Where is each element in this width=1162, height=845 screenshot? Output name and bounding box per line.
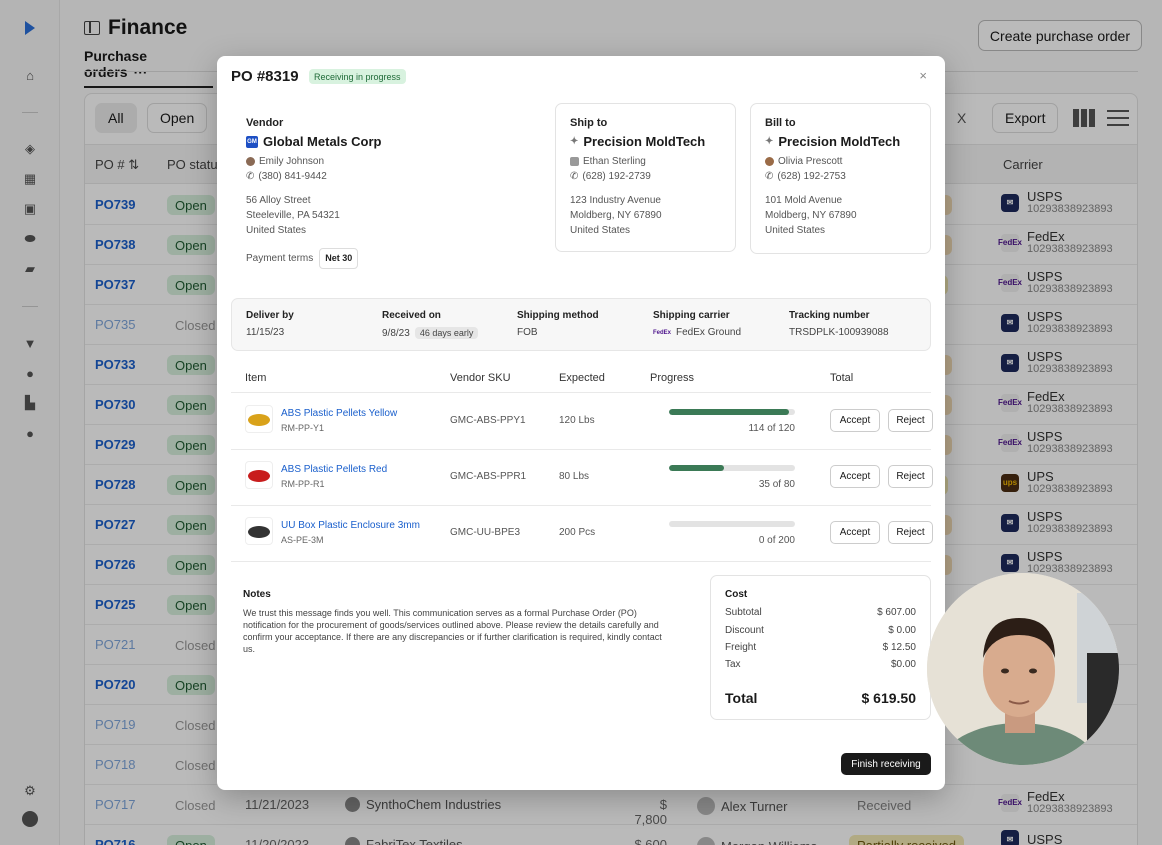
phone-icon: ✆ bbox=[246, 171, 255, 182]
col-expected: Expected bbox=[559, 372, 605, 384]
ship-to-card: Ship to ✦ Precision MoldTech Ethan Sterli… bbox=[555, 103, 736, 252]
reject-button[interactable]: Reject bbox=[888, 409, 933, 432]
bill-to-address-2: Moldberg, NY 67890 bbox=[765, 210, 857, 221]
bill-to-address-3: United States bbox=[765, 225, 826, 236]
progress-bar bbox=[669, 465, 795, 471]
items-divider bbox=[231, 561, 931, 562]
col-vendor-sku: Vendor SKU bbox=[450, 372, 511, 384]
tracking-number: Tracking number TRSDPLK-100939088 bbox=[789, 310, 889, 338]
bill-to-contact: Olivia Prescott bbox=[765, 154, 900, 169]
item-sku: RM-PP-R1 bbox=[281, 479, 325, 489]
accept-button[interactable]: Accept bbox=[830, 409, 880, 432]
progress-text: 35 of 80 bbox=[758, 479, 795, 490]
contact-avatar bbox=[246, 157, 255, 166]
ship-to-phone: ✆ (628) 192-2739 bbox=[570, 171, 651, 182]
accept-button[interactable]: Accept bbox=[830, 465, 880, 488]
ship-to-name: ✦ Precision MoldTech bbox=[570, 134, 706, 149]
early-badge: 46 days early bbox=[414, 327, 479, 339]
notes-text: We trust this message finds you well. Th… bbox=[243, 608, 662, 654]
item-sku: AS-PE-3M bbox=[281, 535, 324, 545]
item-row: ABS Plastic Pellets Red RM-PP-R1 GMC-ABS-P… bbox=[231, 449, 933, 505]
item-thumbnail bbox=[245, 461, 273, 489]
close-icon[interactable]: × bbox=[919, 68, 927, 83]
item-name-link[interactable]: UU Box Plastic Enclosure 3mm bbox=[281, 520, 420, 531]
ship-to-address-1: 123 Industry Avenue bbox=[570, 195, 661, 206]
progress-bar bbox=[669, 521, 795, 527]
payment-terms: Payment terms Net 30 bbox=[246, 248, 546, 269]
vendor-contact: Emily Johnson bbox=[246, 154, 546, 169]
progress-fill bbox=[669, 465, 725, 471]
company-logo-icon: ✦ bbox=[765, 136, 774, 147]
bill-to-heading: Bill to bbox=[765, 117, 796, 129]
ship-to-heading: Ship to bbox=[570, 117, 608, 129]
item-thumbnail bbox=[245, 405, 273, 433]
contact-avatar bbox=[570, 157, 579, 166]
shipping-method: Shipping method FOB bbox=[517, 310, 599, 338]
cost-heading: Cost bbox=[725, 589, 748, 600]
expected-qty: 80 Lbs bbox=[559, 471, 590, 482]
received-on: Received on 9/8/23 46 days early bbox=[382, 310, 479, 339]
vendor-address-2: Steeleville, PA 54321 bbox=[246, 210, 340, 221]
progress-fill bbox=[669, 409, 789, 415]
item-sku: RM-PP-Y1 bbox=[281, 423, 325, 433]
phone-icon: ✆ bbox=[570, 171, 579, 182]
vendor-block: Vendor GM Global Metals Corp Emily Johnso… bbox=[246, 117, 546, 269]
vendor-heading: Vendor bbox=[246, 117, 284, 129]
finish-receiving-button[interactable]: Finish receiving bbox=[841, 753, 931, 775]
company-logo-icon: ✦ bbox=[570, 136, 579, 147]
vendor-sku: GMC-UU-BPE3 bbox=[450, 527, 521, 538]
bill-to-card: Bill to ✦ Precision MoldTech Olivia Presc… bbox=[750, 103, 931, 254]
tax-line: Tax $0.00 bbox=[725, 659, 916, 670]
col-item: Item bbox=[245, 372, 267, 384]
shipping-carrier: Shipping carrier FedEx FedEx Ground bbox=[653, 310, 742, 338]
vendor-sku: GMC-ABS-PPY1 bbox=[450, 415, 526, 426]
ship-to-address-3: United States bbox=[570, 225, 631, 236]
col-progress: Progress bbox=[650, 372, 695, 384]
item-thumbnail bbox=[245, 517, 273, 545]
total-line: Total $ 619.50 bbox=[725, 690, 916, 706]
bill-to-phone: ✆ (628) 192-2753 bbox=[765, 171, 846, 182]
item-name-link[interactable]: ABS Plastic Pellets Yellow bbox=[281, 408, 397, 419]
contact-avatar bbox=[765, 157, 774, 166]
ship-to-contact: Ethan Sterling bbox=[570, 154, 705, 169]
vendor-logo-icon: GM bbox=[246, 135, 258, 148]
expected-qty: 200 Pcs bbox=[559, 527, 596, 538]
shipping-summary: Deliver by 11/15/23 Received on 9/8/23 46 d… bbox=[231, 298, 931, 351]
status-badge: Receiving in progress bbox=[309, 69, 406, 84]
item-row: UU Box Plastic Enclosure 3mm AS-PE-3M GMC-… bbox=[231, 505, 933, 561]
phone-icon: ✆ bbox=[765, 171, 774, 182]
bill-to-name: ✦ Precision MoldTech bbox=[765, 134, 901, 149]
ship-to-address-2: Moldberg, NY 67890 bbox=[570, 210, 662, 221]
fedex-logo-icon: FedEx bbox=[653, 329, 672, 336]
expected-qty: 120 Lbs bbox=[559, 415, 595, 426]
notes-heading: Notes bbox=[243, 589, 271, 600]
po-modal: PO #8319 Receiving in progress × Vendor … bbox=[217, 56, 945, 790]
vendor-sku: GMC-ABS-PPR1 bbox=[450, 471, 527, 482]
vendor-phone: ✆ (380) 841-9442 bbox=[246, 171, 327, 182]
bill-to-address-1: 101 Mold Avenue bbox=[765, 195, 843, 206]
progress-bar bbox=[669, 409, 795, 415]
vendor-name: GM Global Metals Corp bbox=[246, 134, 382, 149]
modal-title: PO #8319 bbox=[231, 68, 299, 85]
accept-button[interactable]: Accept bbox=[830, 521, 880, 544]
webcam-overlay bbox=[927, 573, 1119, 765]
progress-text: 0 of 200 bbox=[758, 535, 795, 546]
vendor-address-1: 56 Alloy Street bbox=[246, 195, 311, 206]
vendor-address-3: United States bbox=[246, 225, 307, 236]
payment-terms-badge: Net 30 bbox=[319, 248, 359, 269]
freight-line: Freight $ 12.50 bbox=[725, 642, 916, 653]
deliver-by: Deliver by 11/15/23 bbox=[246, 310, 294, 338]
progress-text: 114 of 120 bbox=[748, 423, 795, 434]
item-name-link[interactable]: ABS Plastic Pellets Red bbox=[281, 464, 387, 475]
subtotal-line: Subtotal $ 607.00 bbox=[725, 607, 916, 618]
cost-summary: Cost Subtotal $ 607.00 Discount $ 0.00 Fre… bbox=[710, 575, 931, 720]
item-row: ABS Plastic Pellets Yellow RM-PP-Y1 GMC-AB… bbox=[231, 393, 933, 449]
reject-button[interactable]: Reject bbox=[888, 465, 933, 488]
col-total: Total bbox=[830, 372, 854, 384]
discount-line: Discount $ 0.00 bbox=[725, 625, 916, 636]
reject-button[interactable]: Reject bbox=[888, 521, 933, 544]
